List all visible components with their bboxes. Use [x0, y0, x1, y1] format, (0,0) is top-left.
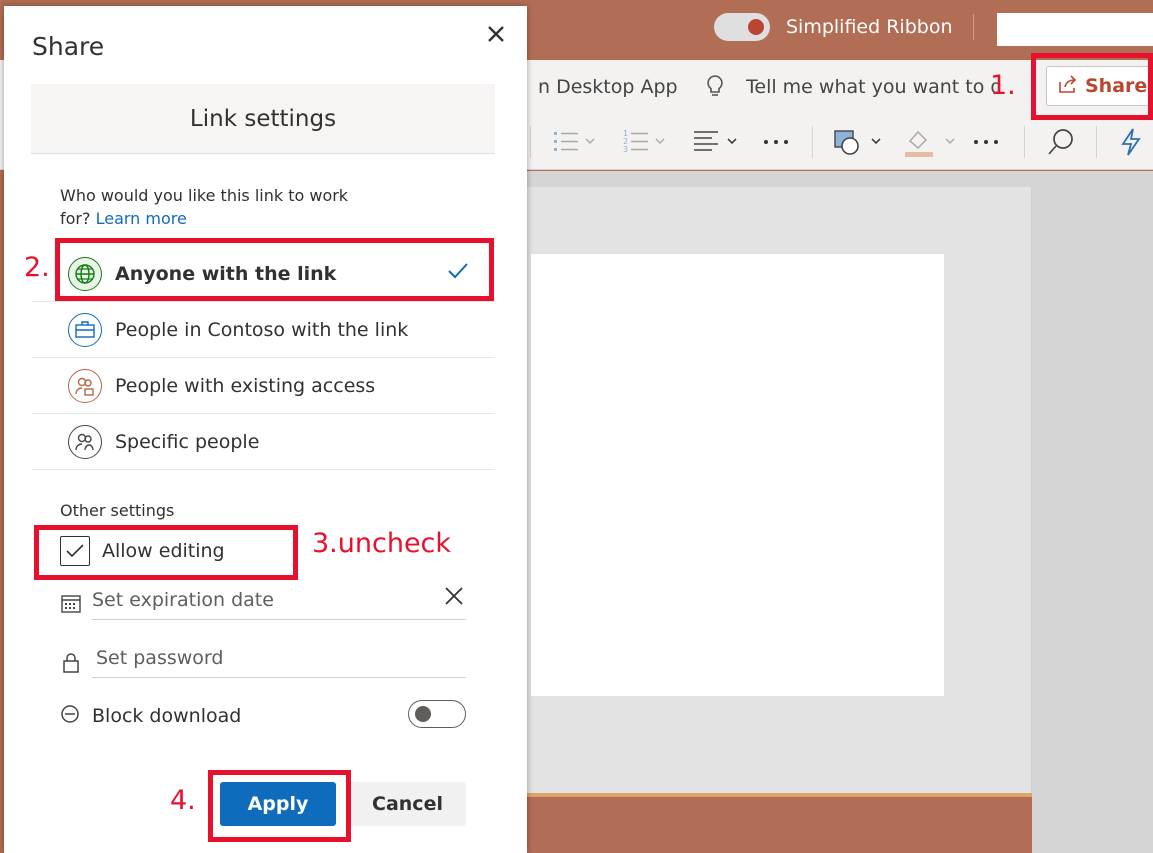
- ribbon-divider: [1096, 126, 1097, 158]
- topbar-search-box[interactable]: [997, 13, 1153, 46]
- more-options-icon[interactable]: [762, 120, 792, 164]
- password-field[interactable]: Set password: [92, 638, 466, 678]
- link-settings-header: Link settings: [31, 84, 495, 154]
- dialog-title: Share: [32, 32, 105, 61]
- svg-text:3: 3: [623, 145, 628, 154]
- people-add-icon: [68, 424, 102, 459]
- lock-icon: [62, 652, 80, 678]
- option-existing-access[interactable]: People with existing access: [32, 358, 495, 414]
- people-lock-icon: [68, 368, 102, 403]
- topbar-divider: [973, 14, 974, 40]
- ribbon-divider: [530, 126, 531, 158]
- expiration-placeholder: Set expiration date: [92, 588, 274, 611]
- learn-more-link[interactable]: Learn more: [96, 209, 187, 228]
- close-icon[interactable]: [482, 20, 510, 48]
- annotation-box-apply: [208, 770, 351, 842]
- annotation-box-share: [1031, 53, 1153, 120]
- expiration-date-field[interactable]: Set expiration date: [92, 580, 466, 620]
- option-specific-people[interactable]: Specific people: [32, 414, 495, 470]
- annotation-box-anyone: [55, 238, 494, 301]
- search-icon[interactable]: [1046, 120, 1076, 164]
- clear-expiration-icon[interactable]: [442, 584, 466, 612]
- block-download-row: Block download: [60, 704, 241, 728]
- more-options-icon-2[interactable]: [972, 120, 1002, 164]
- slide-content[interactable]: [531, 254, 944, 696]
- other-settings-label: Other settings: [60, 501, 175, 520]
- block-icon: [60, 704, 80, 728]
- ribbon-tools-row: 123: [530, 120, 1153, 164]
- annotation-step1: 1.: [990, 70, 1016, 101]
- lightning-icon[interactable]: [1118, 120, 1144, 164]
- shape-fill-icon[interactable]: [902, 120, 960, 164]
- briefcase-icon: [68, 312, 102, 347]
- tell-me-search[interactable]: Tell me what you want to do: [746, 76, 998, 98]
- annotation-box-allow-editing: [34, 525, 298, 580]
- bullets-icon[interactable]: [552, 120, 600, 164]
- cancel-button[interactable]: Cancel: [349, 782, 466, 826]
- simplified-ribbon-label: Simplified Ribbon: [786, 16, 953, 38]
- simplified-ribbon-toggle[interactable]: [714, 13, 770, 41]
- ribbon-divider: [1024, 126, 1025, 158]
- block-download-toggle[interactable]: [408, 700, 466, 728]
- block-download-label: Block download: [92, 705, 242, 727]
- who-question: Who would you like this link to work for…: [60, 184, 360, 230]
- password-placeholder: Set password: [96, 646, 224, 669]
- option-label: Specific people: [115, 430, 260, 453]
- calendar-icon: [60, 592, 82, 618]
- right-canvas-strip: [1032, 171, 1153, 853]
- slide-bottom-bar: [527, 797, 1032, 853]
- shapes-icon[interactable]: [832, 120, 890, 164]
- share-dialog: Share Link settings Who would you like t…: [4, 6, 527, 853]
- toggle-knob: [415, 706, 431, 722]
- annotation-step3: 3.uncheck: [312, 528, 452, 559]
- lightbulb-icon: [704, 74, 726, 104]
- toggle-knob: [748, 19, 764, 35]
- ribbon-divider: [812, 126, 813, 158]
- annotation-step4: 4.: [170, 785, 196, 816]
- align-icon[interactable]: [692, 120, 742, 164]
- option-people-in-contoso[interactable]: People in Contoso with the link: [32, 302, 495, 358]
- option-label: People in Contoso with the link: [115, 318, 409, 341]
- open-in-desktop-app-link[interactable]: n Desktop App: [538, 76, 678, 98]
- option-label: People with existing access: [115, 374, 376, 397]
- numbering-icon[interactable]: 123: [622, 120, 670, 164]
- annotation-step2: 2.: [24, 252, 50, 283]
